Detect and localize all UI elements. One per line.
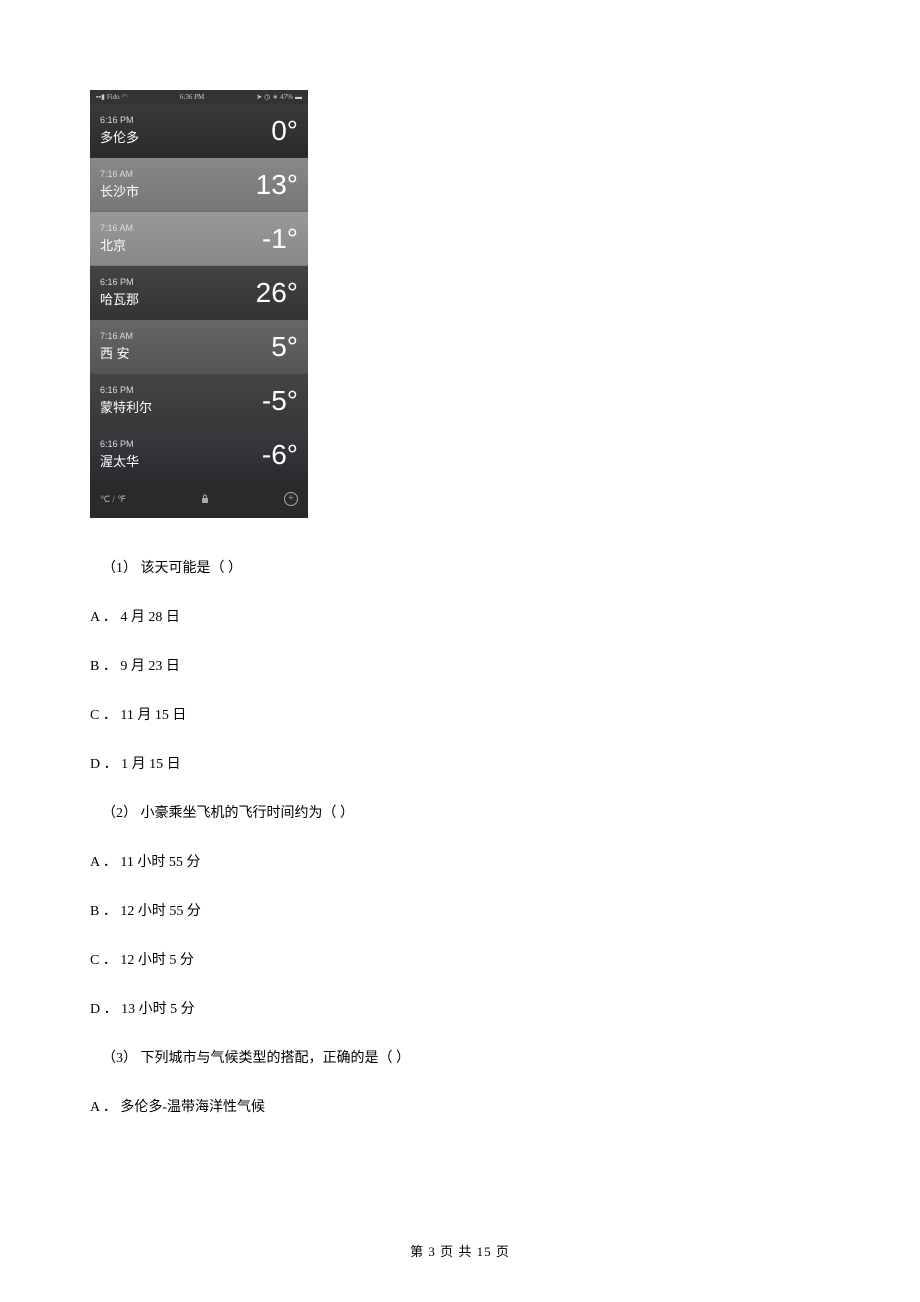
battery-label: 47% [280, 93, 293, 101]
page-content: ▪▪▮ Fido ◠ 6:36 PM ➤ ◷ ∗ 47% ▬ 6:16 PM 多… [0, 0, 920, 1118]
bluetooth-icon: ∗ [272, 93, 278, 101]
city-name: 渥太华 [100, 451, 139, 470]
city-info: 6:16 PM 哈瓦那 [100, 277, 139, 308]
add-city-icon: + [284, 492, 298, 506]
city-temp: -6° [262, 439, 298, 471]
city-time: 7:16 AM [100, 223, 133, 233]
weather-row-montreal: 6:16 PM 蒙特利尔 -5° [90, 374, 308, 428]
question-3-stem: （3） 下列城市与气候类型的搭配，正确的是（ ） [90, 1048, 830, 1069]
city-info: 6:16 PM 多伦多 [100, 115, 139, 146]
phone-bottom-bar: ℃ / ℉ + [90, 482, 308, 516]
page-footer: 第 3 页 共 15 页 [0, 1241, 920, 1260]
carrier-label: Fido [107, 93, 120, 101]
q2-option-c: C ． 12 小时 5 分 [90, 950, 830, 971]
city-time: 7:16 AM [100, 169, 139, 179]
city-name: 北京 [100, 235, 133, 254]
city-info: 6:16 PM 渥太华 [100, 439, 139, 470]
status-center-time: 6:36 PM [180, 93, 204, 101]
weather-row-toronto: 6:16 PM 多伦多 0° [90, 104, 308, 158]
q1-option-d: D ． 1 月 15 日 [90, 754, 830, 775]
city-time: 6:16 PM [100, 385, 152, 395]
city-name: 西 安 [100, 343, 133, 362]
q1-option-c: C ． 11 月 15 日 [90, 705, 830, 726]
lock-icon [201, 494, 209, 504]
city-temp: -5° [262, 385, 298, 417]
city-time: 6:16 PM [100, 277, 139, 287]
city-temp: 26° [256, 277, 298, 309]
city-info: 7:16 AM 长沙市 [100, 169, 139, 200]
q3-option-a: A ． 多伦多-温带海洋性气候 [90, 1097, 830, 1118]
city-temp: 0° [271, 115, 298, 147]
wifi-icon: ◠ [122, 93, 128, 101]
weather-row-xian: 7:16 AM 西 安 5° [90, 320, 308, 374]
city-info: 7:16 AM 北京 [100, 223, 133, 254]
q2-option-b: B ． 12 小时 55 分 [90, 901, 830, 922]
weather-row-changsha: 7:16 AM 长沙市 13° [90, 158, 308, 212]
battery-icon: ▬ [295, 93, 302, 101]
city-info: 6:16 PM 蒙特利尔 [100, 385, 152, 416]
phone-weather-screenshot: ▪▪▮ Fido ◠ 6:36 PM ➤ ◷ ∗ 47% ▬ 6:16 PM 多… [90, 90, 308, 518]
q2-option-a: A ． 11 小时 55 分 [90, 852, 830, 873]
status-left: ▪▪▮ Fido ◠ [96, 93, 128, 101]
phone-status-bar: ▪▪▮ Fido ◠ 6:36 PM ➤ ◷ ∗ 47% ▬ [90, 90, 308, 104]
q1-option-b: B ． 9 月 23 日 [90, 656, 830, 677]
question-2-stem: （2） 小豪乘坐飞机的飞行时间约为（ ） [90, 803, 830, 824]
city-time: 6:16 PM [100, 439, 139, 449]
city-info: 7:16 AM 西 安 [100, 331, 133, 362]
alarm-icon: ◷ [264, 93, 270, 101]
city-time: 6:16 PM [100, 115, 139, 125]
city-temp: 13° [256, 169, 298, 201]
city-name: 多伦多 [100, 127, 139, 146]
q1-option-a: A ． 4 月 28 日 [90, 607, 830, 628]
city-temp: -1° [262, 223, 298, 255]
weather-row-beijing: 7:16 AM 北京 -1° [90, 212, 308, 266]
status-right: ➤ ◷ ∗ 47% ▬ [256, 93, 302, 101]
city-name: 蒙特利尔 [100, 397, 152, 416]
city-name: 哈瓦那 [100, 289, 139, 308]
city-time: 7:16 AM [100, 331, 133, 341]
location-icon: ➤ [256, 93, 262, 101]
temp-unit-toggle: ℃ / ℉ [100, 494, 126, 505]
question-1-stem: （1） 该天可能是（ ） [90, 558, 830, 579]
city-name: 长沙市 [100, 181, 139, 200]
weather-row-ottawa: 6:16 PM 渥太华 -6° [90, 428, 308, 482]
city-temp: 5° [271, 331, 298, 363]
q2-option-d: D ． 13 小时 5 分 [90, 999, 830, 1020]
weather-row-havana: 6:16 PM 哈瓦那 26° [90, 266, 308, 320]
signal-icon: ▪▪▮ [96, 93, 105, 101]
